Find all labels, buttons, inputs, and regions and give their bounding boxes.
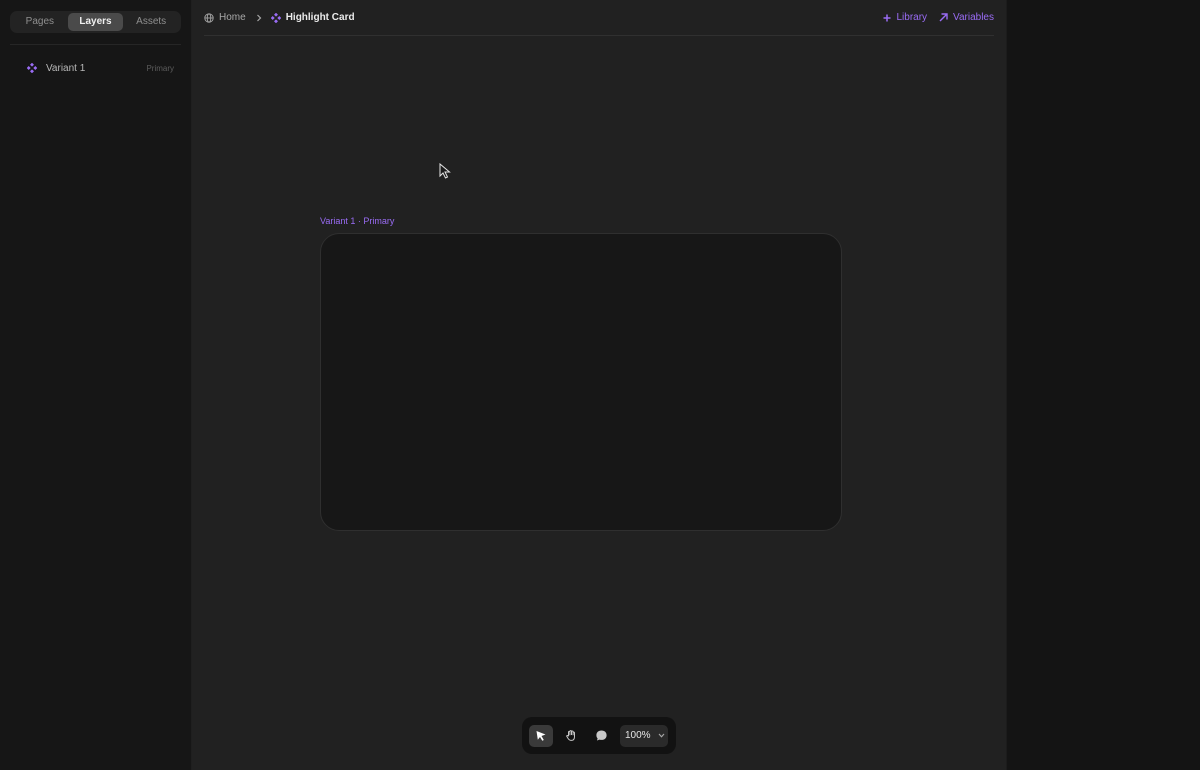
layer-variant-tag: Primary xyxy=(146,63,174,73)
plus-icon xyxy=(883,14,891,22)
sidebar-divider xyxy=(10,44,181,45)
arrow-up-right-icon xyxy=(939,13,948,22)
chevron-down-icon xyxy=(658,733,665,738)
app-window: Pages Layers Assets Variant 1 Primary Ho… xyxy=(0,0,1200,770)
tab-assets[interactable]: Assets xyxy=(123,13,179,31)
tab-pages[interactable]: Pages xyxy=(12,13,68,31)
comment-tool-button[interactable] xyxy=(589,725,613,747)
pointer-icon xyxy=(536,730,546,741)
breadcrumb-home-label: Home xyxy=(219,12,246,23)
library-button[interactable]: Library xyxy=(883,12,927,23)
breadcrumb-home[interactable]: Home xyxy=(204,12,246,23)
layer-name: Variant 1 xyxy=(46,62,86,74)
breadcrumb-current[interactable]: Highlight Card xyxy=(270,12,355,23)
left-sidebar: Pages Layers Assets Variant 1 Primary xyxy=(0,0,192,770)
comment-icon xyxy=(595,730,607,741)
panel-tab-switcher: Pages Layers Assets xyxy=(10,11,181,33)
library-button-label: Library xyxy=(896,12,928,23)
frame-label: Variant 1 · Primary xyxy=(320,216,395,226)
variables-button-label: Variables xyxy=(953,12,994,23)
variables-button[interactable]: Variables xyxy=(939,12,994,23)
tab-layers[interactable]: Layers xyxy=(67,13,124,31)
component-icon xyxy=(270,12,281,23)
zoom-value: 100% xyxy=(625,730,651,741)
globe-icon xyxy=(204,12,214,23)
topbar-actions: Library Variables xyxy=(871,12,994,23)
hand-tool-button[interactable] xyxy=(559,725,583,747)
canvas-topbar: Home Highlight Card Library Variables xyxy=(204,0,994,36)
hand-icon xyxy=(565,730,575,741)
component-icon xyxy=(26,62,38,74)
mouse-cursor-icon xyxy=(439,163,451,179)
breadcrumb: Home Highlight Card xyxy=(204,12,355,23)
zoom-select[interactable]: 100% xyxy=(620,724,668,747)
chevron-right-icon xyxy=(256,14,262,22)
bottom-toolbar: 100% xyxy=(522,717,676,754)
right-panel xyxy=(1006,0,1200,770)
select-tool-button[interactable] xyxy=(529,724,553,747)
variant-frame[interactable] xyxy=(320,233,842,531)
breadcrumb-current-label: Highlight Card xyxy=(285,12,355,23)
canvas[interactable]: Home Highlight Card Library Variables Va… xyxy=(192,0,1006,770)
layer-item-variant-1[interactable]: Variant 1 Primary xyxy=(26,59,176,77)
